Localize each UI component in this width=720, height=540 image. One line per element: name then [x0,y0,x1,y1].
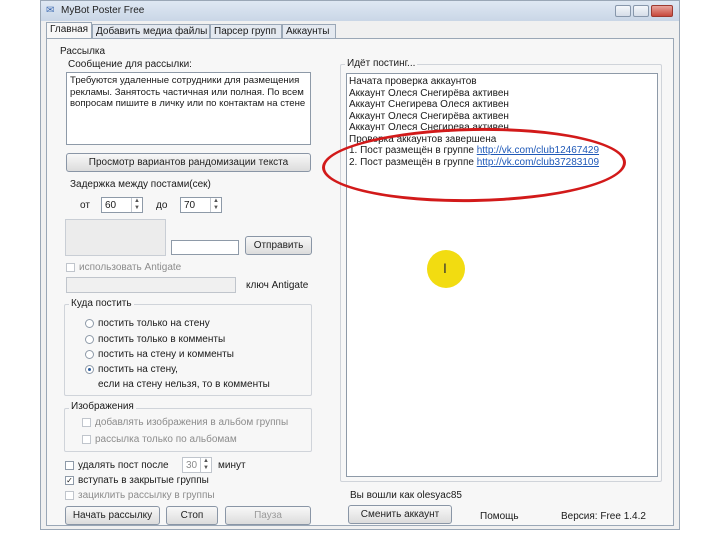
antigate-checkbox-label: использовать Antigate [79,262,182,273]
where-to-post-title: Куда постить [69,298,134,309]
delete-post-checkbox[interactable] [65,461,74,470]
maximize-button[interactable] [633,5,649,17]
log-line: Аккаунт Олеся Снегирёва активен [349,87,509,99]
tab-accounts[interactable]: Аккаунты [282,24,336,39]
close-button[interactable] [651,5,673,17]
add-to-album-label: добавлять изображения в альбом группы [95,417,289,428]
radio-wall-only[interactable] [85,319,94,328]
radio-comments-only[interactable] [85,335,94,344]
delete-post-label: удалять пост после [78,460,169,471]
mailing-section-label: Рассылка [60,46,106,57]
delay-to-value: 70 [184,200,196,211]
antigate-key-label: ключ Antigate [246,280,309,291]
tab-group-parser[interactable]: Парсер групп [210,24,282,39]
radio-comments-only-label: постить только в комменты [98,334,226,345]
text-cursor-icon: I [443,260,447,276]
radio-wall-fallback-label-2: если на стену нельзя, то в комменты [98,379,270,390]
stepper-arrows-icon[interactable]: ▲ ▼ [131,198,142,212]
delete-post-unit: минут [218,460,246,471]
log-line: Аккаунт Снегирева Олеся активен [349,99,509,110]
delay-from-value: 60 [105,200,117,211]
version-label: Версия: Free 1.4.2 [561,511,646,522]
message-textarea[interactable]: Требуются удаленные сотрудники для разме… [66,72,311,145]
delay-from-stepper[interactable]: 60 ▲ ▼ [101,197,143,213]
log-line: Аккаунт Олеся Снегирёва активен [349,110,509,122]
main-panel: Рассылка Сообщение для рассылки: Требуют… [46,38,674,526]
pause-button[interactable]: Пауза [225,506,311,525]
app-window: ✉ MyBot Poster Free Главная Добавить мед… [40,0,680,530]
stop-button[interactable]: Стоп [166,506,218,525]
loop-mailing-checkbox[interactable] [65,491,74,500]
posting-log-title: Идёт постинг... [345,58,418,69]
radio-wall-fallback-comments[interactable] [85,365,94,374]
loop-mailing-label: зациклить рассылку в группы [78,490,215,501]
join-closed-checkbox[interactable]: ✓ [65,476,74,485]
stepper-arrows-icon[interactable]: ▲ ▼ [200,458,211,472]
delete-post-stepper[interactable]: 30 ▲ ▼ [182,457,212,473]
captcha-input[interactable] [171,240,239,255]
help-link[interactable]: Помощь [480,511,519,522]
images-group [64,408,312,452]
radio-wall-and-comments-label: постить на стену и комменты [98,349,234,360]
captcha-image [65,219,166,256]
add-to-album-checkbox[interactable] [82,418,91,427]
message-label: Сообщение для рассылки: [68,59,192,70]
send-captcha-button[interactable]: Отправить [245,236,312,255]
albums-only-label: рассылка только по альбомам [95,434,237,445]
antigate-checkbox[interactable] [66,263,75,272]
radio-wall-and-comments[interactable] [85,350,94,359]
delete-post-value: 30 [186,460,198,471]
radio-wall-fallback-label: постить на стену, [98,364,178,375]
delay-to-stepper[interactable]: 70 ▲ ▼ [180,197,222,213]
images-group-title: Изображения [69,401,136,412]
change-account-button[interactable]: Сменить аккаунт [348,505,452,524]
stepper-arrows-icon[interactable]: ▲ ▼ [210,198,221,212]
randomize-preview-button[interactable]: Просмотр вариантов рандомизации текста [66,153,311,172]
app-icon: ✉ [46,5,55,16]
join-closed-label: вступать в закрытые группы [78,475,209,486]
minimize-button[interactable] [615,5,631,17]
title-bar[interactable]: ✉ MyBot Poster Free [41,1,679,21]
radio-wall-only-label: постить только на стену [98,318,210,329]
start-mailing-button[interactable]: Начать рассылку [65,506,160,525]
antigate-key-input[interactable] [66,277,236,293]
delay-from-label: от [80,200,90,211]
log-line: Начата проверка аккаунтов [349,76,477,87]
delay-label: Задержка между постами(сек) [70,179,211,190]
delay-to-label: до [156,200,168,211]
window-title: MyBot Poster Free [61,5,145,16]
tab-add-media[interactable]: Добавить медиа файлы [92,24,210,39]
albums-only-checkbox[interactable] [82,435,91,444]
logged-in-as: Вы вошли как olesyac85 [350,490,462,501]
